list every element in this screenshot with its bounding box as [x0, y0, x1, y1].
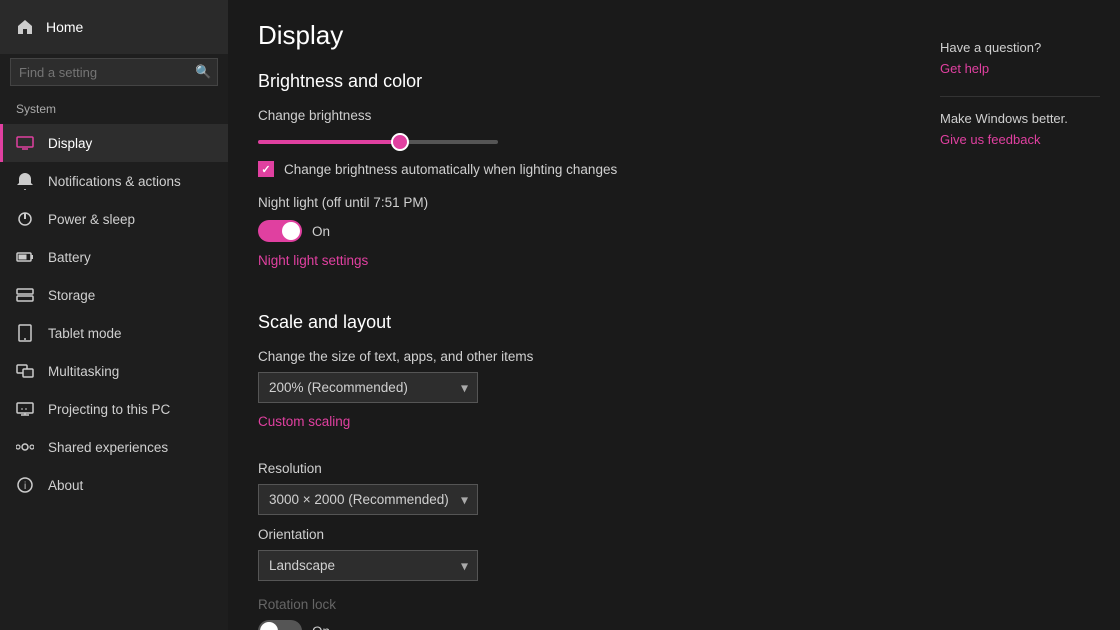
help-title: Have a question?	[940, 40, 1100, 55]
sidebar-item-power[interactable]: Power & sleep	[0, 200, 228, 238]
tablet-icon	[16, 324, 34, 342]
sidebar-item-shared[interactable]: Shared experiences	[0, 428, 228, 466]
resolution-dropdown-wrapper: 3000 × 2000 (Recommended) 2560 × 1600 19…	[258, 484, 478, 515]
sidebar-item-label: Power & sleep	[48, 212, 135, 227]
sidebar-item-storage[interactable]: Storage	[0, 276, 228, 314]
sidebar-item-label: Tablet mode	[48, 326, 122, 341]
main-content: Display Brightness and color Change brig…	[228, 0, 920, 630]
sidebar-item-label: Storage	[48, 288, 95, 303]
resolution-label: Resolution	[258, 461, 880, 476]
sidebar-item-about[interactable]: i About	[0, 466, 228, 504]
right-panel: Have a question? Get help Make Windows b…	[920, 0, 1120, 630]
brightness-section-title: Brightness and color	[258, 71, 880, 92]
sidebar-item-display[interactable]: Display	[0, 124, 228, 162]
sidebar-item-label: Multitasking	[48, 364, 119, 379]
feedback-link[interactable]: Give us feedback	[940, 132, 1100, 147]
auto-brightness-row: Change brightness automatically when lig…	[258, 161, 880, 177]
brightness-section: Brightness and color Change brightness C…	[258, 71, 880, 288]
rotation-lock-knob	[260, 622, 278, 630]
multitasking-icon	[16, 362, 34, 380]
sidebar-item-notifications[interactable]: Notifications & actions	[0, 162, 228, 200]
battery-icon	[16, 248, 34, 266]
search-box[interactable]: 🔍	[10, 58, 218, 86]
night-light-toggle-row: On	[258, 220, 880, 242]
get-help-link[interactable]: Get help	[940, 61, 1100, 76]
sidebar-item-label: Display	[48, 136, 92, 151]
sidebar-item-tablet[interactable]: Tablet mode	[0, 314, 228, 352]
sidebar-item-label: About	[48, 478, 83, 493]
resolution-dropdown[interactable]: 3000 × 2000 (Recommended) 2560 × 1600 19…	[258, 484, 478, 515]
orientation-label: Orientation	[258, 527, 880, 542]
search-input[interactable]	[19, 65, 195, 80]
auto-brightness-label: Change brightness automatically when lig…	[284, 162, 617, 177]
about-icon: i	[16, 476, 34, 494]
sidebar-item-home[interactable]: Home	[0, 0, 228, 54]
orientation-dropdown[interactable]: Landscape Portrait Landscape (flipped) P…	[258, 550, 478, 581]
sidebar: Home 🔍 System Display Notifications & ac…	[0, 0, 228, 630]
power-icon	[16, 210, 34, 228]
sidebar-item-label: Notifications & actions	[48, 174, 181, 189]
brightness-slider-container	[258, 131, 880, 147]
windows-label: Make Windows better.	[940, 111, 1100, 126]
sidebar-item-multitasking[interactable]: Multitasking	[0, 352, 228, 390]
notifications-icon	[16, 172, 34, 190]
rotation-lock-toggle-row: On	[258, 620, 880, 630]
size-label: Change the size of text, apps, and other…	[258, 349, 880, 364]
scale-section-title: Scale and layout	[258, 312, 880, 333]
night-light-settings-link[interactable]: Night light settings	[258, 253, 368, 268]
scale-dropdown-wrapper: 100% 125% 150% 175% 200% (Recommended) 2…	[258, 372, 478, 403]
auto-brightness-checkbox[interactable]	[258, 161, 274, 177]
orientation-dropdown-wrapper: Landscape Portrait Landscape (flipped) P…	[258, 550, 478, 581]
scale-dropdown[interactable]: 100% 125% 150% 175% 200% (Recommended) 2…	[258, 372, 478, 403]
rotation-lock-text: On	[312, 624, 330, 630]
system-label: System	[0, 98, 228, 124]
shared-icon	[16, 438, 34, 456]
search-icon: 🔍	[195, 64, 211, 80]
sidebar-item-label: Projecting to this PC	[48, 402, 170, 417]
rotation-lock-label: Rotation lock	[258, 597, 880, 612]
brightness-slider[interactable]	[258, 140, 498, 144]
custom-scaling-link[interactable]: Custom scaling	[258, 414, 350, 429]
sidebar-item-label: Shared experiences	[48, 440, 168, 455]
night-light-toggle[interactable]	[258, 220, 302, 242]
home-label: Home	[46, 19, 83, 35]
night-light-label: Night light (off until 7:51 PM)	[258, 195, 880, 210]
right-panel-divider	[940, 96, 1100, 97]
rotation-lock-toggle[interactable]	[258, 620, 302, 630]
sidebar-item-projecting[interactable]: Projecting to this PC	[0, 390, 228, 428]
storage-icon	[16, 286, 34, 304]
toggle-knob	[282, 222, 300, 240]
svg-text:i: i	[24, 481, 26, 492]
scale-section: Scale and layout Change the size of text…	[258, 312, 880, 630]
page-title: Display	[258, 20, 880, 51]
sidebar-item-battery[interactable]: Battery	[0, 238, 228, 276]
sidebar-item-label: Battery	[48, 250, 91, 265]
night-light-toggle-text: On	[312, 224, 330, 239]
display-icon	[16, 134, 34, 152]
change-brightness-label: Change brightness	[258, 108, 880, 123]
projecting-icon	[16, 400, 34, 418]
home-icon	[16, 18, 34, 36]
